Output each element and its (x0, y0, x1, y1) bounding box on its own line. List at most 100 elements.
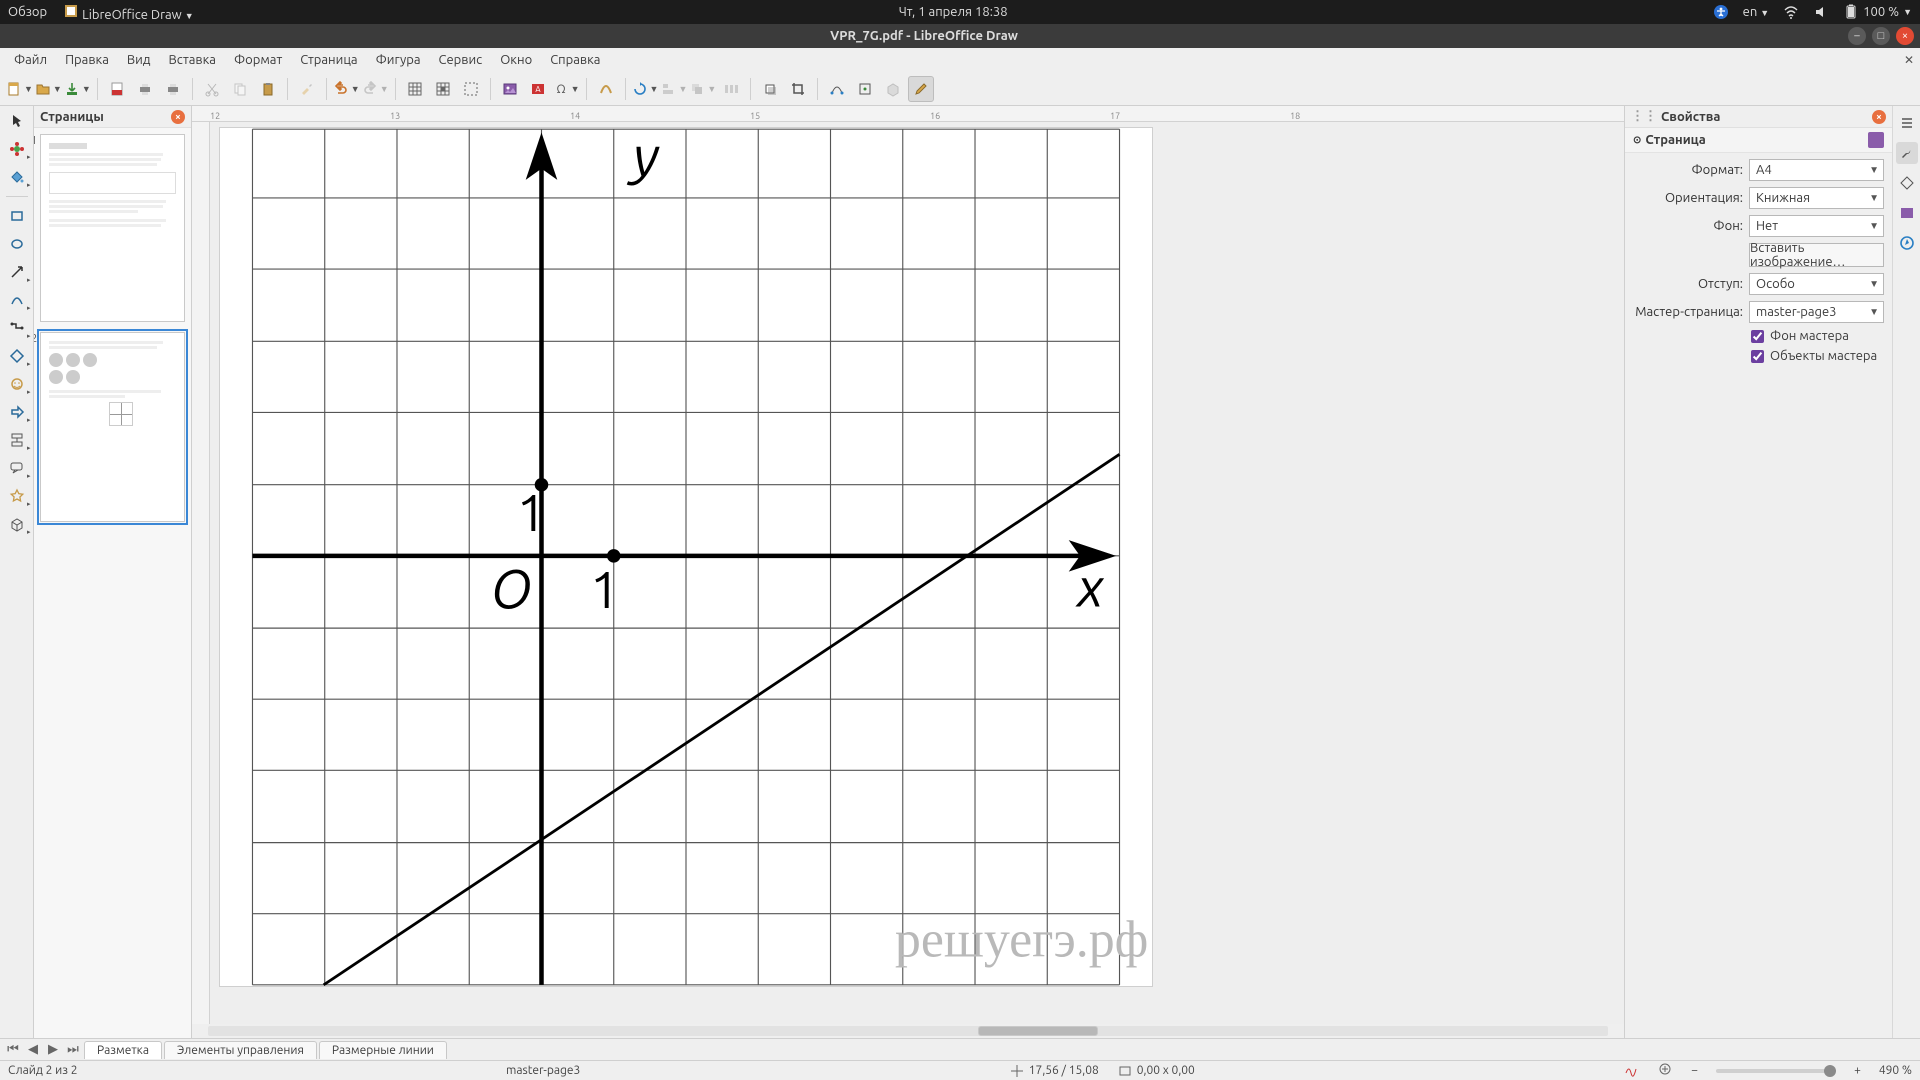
menu-file[interactable]: Файл (6, 51, 55, 69)
align-button[interactable]: ▼ (660, 76, 687, 102)
fontwork-button[interactable] (593, 76, 619, 102)
viewport[interactable]: 1 1 O y x решуегэ.рф (210, 122, 1624, 1024)
fill-tool[interactable]: ▸ (4, 166, 30, 188)
page-thumbnail[interactable]: 1 (40, 134, 185, 322)
redo-button[interactable]: ▼ (362, 76, 389, 102)
new-button[interactable]: ▼ (6, 76, 33, 102)
distribute-button[interactable] (718, 76, 744, 102)
3d-tool[interactable]: ▸ (4, 513, 30, 535)
tab-nav-first[interactable]: ⏮ (4, 1042, 22, 1058)
menu-tools[interactable]: Сервис (431, 51, 491, 69)
battery-indicator[interactable]: 100 % ▼ (1843, 4, 1912, 20)
save-button[interactable]: ▼ (64, 76, 91, 102)
menu-window[interactable]: Окно (492, 51, 540, 69)
menu-page[interactable]: Страница (292, 51, 365, 69)
orientation-dropdown[interactable]: Книжная▼ (1749, 187, 1884, 209)
ellipse-tool[interactable] (4, 233, 30, 255)
basic-shapes-tool[interactable]: ▸ (4, 345, 30, 367)
status-signature[interactable] (1623, 1061, 1639, 1080)
insert-special-button[interactable]: Ω▼ (553, 76, 580, 102)
curve-tool[interactable]: ▸ (4, 289, 30, 311)
horizontal-ruler[interactable]: 12131415161718 (192, 106, 1624, 122)
a11y-icon[interactable] (1713, 4, 1729, 20)
callout-tool[interactable]: ▸ (4, 457, 30, 479)
tab-dimensions[interactable]: Размерные линии (319, 1041, 447, 1059)
section-page[interactable]: ⊙ Страница (1625, 128, 1892, 153)
maximize-button[interactable]: □ (1872, 27, 1890, 45)
open-button[interactable]: ▼ (35, 76, 62, 102)
format-dropdown[interactable]: A4▼ (1749, 159, 1884, 181)
clone-format-button[interactable] (294, 76, 320, 102)
insert-image-button-prop[interactable]: Вставить изображение… (1749, 243, 1884, 267)
volume-icon[interactable] (1813, 4, 1829, 20)
sidetab-menu[interactable] (1896, 112, 1918, 134)
checkbox-master-bg[interactable]: Фон мастера (1633, 329, 1884, 343)
page-canvas[interactable]: 1 1 O y x решуегэ.рф (220, 128, 1152, 986)
minimize-button[interactable]: – (1848, 27, 1866, 45)
grid-button[interactable] (402, 76, 428, 102)
menu-view[interactable]: Вид (119, 51, 159, 69)
flowchart-tool[interactable]: ▸ (4, 429, 30, 451)
copy-button[interactable] (227, 76, 253, 102)
rect-tool[interactable] (4, 205, 30, 227)
sidetab-navigator[interactable] (1896, 232, 1918, 254)
tab-nav-last[interactable]: ⏭ (64, 1042, 82, 1058)
block-arrows-tool[interactable]: ▸ (4, 401, 30, 423)
insert-image-button[interactable] (497, 76, 523, 102)
print-direct-button[interactable] (132, 76, 158, 102)
tab-controls[interactable]: Элементы управления (164, 1041, 317, 1059)
stars-tool[interactable]: ▸ (4, 485, 30, 507)
symbol-shapes-tool[interactable]: ▸ (4, 373, 30, 395)
lang-indicator[interactable]: en ▼ (1743, 5, 1770, 19)
print-button[interactable] (160, 76, 186, 102)
zoom-out-button[interactable]: − (1691, 1064, 1698, 1077)
crop-button[interactable] (785, 76, 811, 102)
select-tool[interactable] (4, 110, 30, 132)
paste-button[interactable] (255, 76, 281, 102)
indent-dropdown[interactable]: Особо▼ (1749, 273, 1884, 295)
snap-button[interactable] (430, 76, 456, 102)
pages-panel-close[interactable]: × (171, 110, 185, 124)
close-button[interactable]: × (1896, 27, 1914, 45)
menu-insert[interactable]: Вставка (160, 51, 223, 69)
doc-close-button[interactable]: ✕ (1904, 53, 1914, 67)
sidetab-gallery[interactable] (1896, 202, 1918, 224)
clock[interactable]: Чт, 1 апреля 18:38 (194, 5, 1713, 19)
rotate-button[interactable]: ▼ (632, 76, 659, 102)
undo-button[interactable]: ▼ (333, 76, 360, 102)
connector-tool[interactable]: ▸ (4, 317, 30, 339)
glue-points-button[interactable] (852, 76, 878, 102)
vertical-ruler[interactable] (192, 122, 210, 1024)
shadow-button[interactable] (757, 76, 783, 102)
zoom-fit-button[interactable] (1657, 1061, 1673, 1080)
draw-functions-button[interactable] (908, 76, 934, 102)
insert-textbox-button[interactable]: A (525, 76, 551, 102)
app-menu[interactable]: LibreOffice Draw ▼ (63, 3, 194, 22)
network-icon[interactable] (1783, 4, 1799, 20)
zoom-in-button[interactable]: + (1854, 1064, 1861, 1077)
tab-nav-prev[interactable]: ◀ (24, 1042, 42, 1058)
arrange-button[interactable]: ▼ (689, 76, 716, 102)
edit-points-button[interactable] (824, 76, 850, 102)
overview-button[interactable]: Обзор (8, 5, 47, 19)
master-dropdown[interactable]: master-page3▼ (1749, 301, 1884, 323)
extrusion-button[interactable] (880, 76, 906, 102)
properties-close[interactable]: × (1872, 110, 1886, 124)
menu-edit[interactable]: Правка (57, 51, 117, 69)
tab-layout[interactable]: Разметка (84, 1041, 162, 1059)
guides-button[interactable] (458, 76, 484, 102)
cut-button[interactable] (199, 76, 225, 102)
section-icon[interactable] (1868, 132, 1884, 148)
zoom-slider[interactable] (1716, 1069, 1836, 1073)
page-thumbnail[interactable]: 2 (40, 332, 185, 522)
zoom-tool[interactable]: ▸ (4, 138, 30, 160)
line-arrow-tool[interactable]: ▸ (4, 261, 30, 283)
background-dropdown[interactable]: Нет▼ (1749, 215, 1884, 237)
menu-format[interactable]: Формат (226, 51, 290, 69)
sidetab-shapes[interactable] (1896, 172, 1918, 194)
export-pdf-button[interactable] (104, 76, 130, 102)
checkbox-master-obj[interactable]: Объекты мастера (1633, 349, 1884, 363)
menu-help[interactable]: Справка (542, 51, 608, 69)
menu-shape[interactable]: Фигура (368, 51, 429, 69)
zoom-value[interactable]: 490 % (1879, 1064, 1912, 1077)
